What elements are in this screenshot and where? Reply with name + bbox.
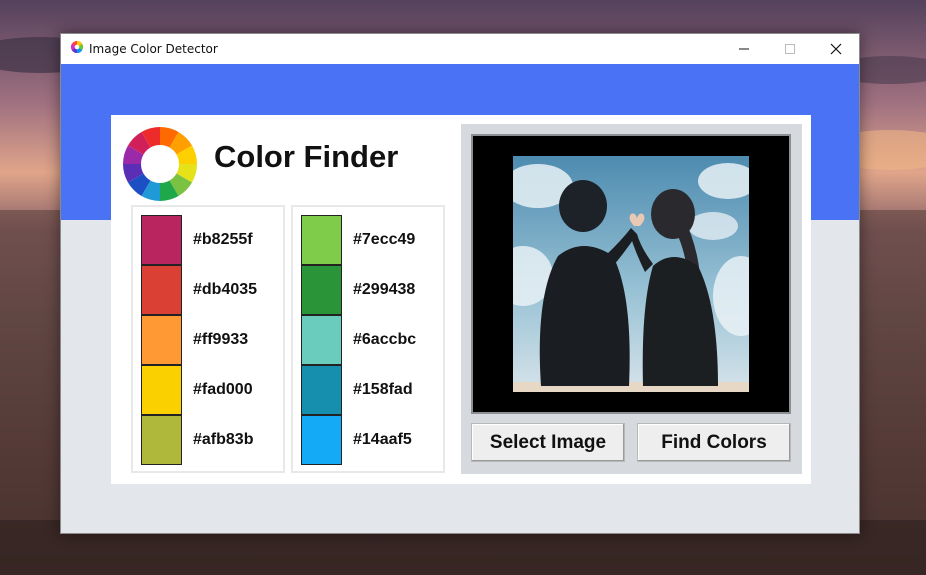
hex-label: #158fad	[353, 381, 413, 398]
color-swatch	[301, 365, 342, 415]
palette-item[interactable]: #6accbc	[301, 315, 441, 365]
palette-item[interactable]: #158fad	[301, 365, 441, 415]
palette-item[interactable]: #ff9933	[141, 315, 281, 365]
hex-label: #ff9933	[193, 331, 249, 348]
color-swatch	[141, 415, 182, 465]
page-title: Color Finder	[214, 139, 399, 174]
hex-label: #6accbc	[353, 331, 417, 348]
minimize-button[interactable]	[721, 34, 767, 64]
hex-label: #afb83b	[193, 431, 254, 448]
close-icon	[830, 43, 842, 55]
image-preview-frame	[471, 134, 791, 414]
palette-item[interactable]: #afb83b	[141, 415, 281, 465]
palette-item[interactable]: #7ecc49	[301, 215, 441, 265]
hex-label: #299438	[353, 281, 416, 298]
palette-item[interactable]: #14aaf5	[301, 415, 441, 465]
palette-item[interactable]: #fad000	[141, 365, 281, 415]
palette-column-left: #b8255f #db4035 #ff9933 #fad000 #afb83b	[131, 205, 285, 473]
palette-item[interactable]: #db4035	[141, 265, 281, 315]
hex-label: #14aaf5	[353, 431, 412, 448]
color-swatch	[141, 365, 182, 415]
color-swatch	[141, 315, 182, 365]
selected-image-preview	[513, 156, 749, 392]
main-panel: Color Finder #b8255f #db4035 #ff9933 #fa…	[111, 115, 811, 484]
app-window: Image Color Detector Color Finder #b8255…	[60, 33, 860, 534]
window-title: Image Color Detector	[89, 42, 218, 56]
maximize-button[interactable]	[767, 34, 813, 64]
hex-label: #7ecc49	[353, 231, 416, 248]
find-colors-button[interactable]: Find Colors	[637, 423, 791, 462]
maximize-icon	[785, 44, 795, 54]
minimize-icon	[739, 48, 749, 50]
select-image-button[interactable]: Select Image	[471, 423, 625, 462]
color-wheel-icon	[70, 41, 84, 53]
title-bar: Image Color Detector	[61, 34, 859, 64]
color-swatch	[301, 215, 342, 265]
color-wheel-logo	[123, 127, 197, 201]
hex-label: #fad000	[193, 381, 253, 398]
palette-column-right: #7ecc49 #299438 #6accbc #158fad #14aaf5	[291, 205, 445, 473]
color-swatch	[141, 265, 182, 315]
color-swatch	[141, 215, 182, 265]
hex-label: #db4035	[193, 281, 258, 298]
color-swatch	[301, 265, 342, 315]
close-button[interactable]	[813, 34, 859, 64]
image-area: Select Image Find Colors	[461, 124, 802, 474]
palette-item[interactable]: #299438	[301, 265, 441, 315]
hex-label: #b8255f	[193, 231, 253, 248]
color-swatch	[301, 415, 342, 465]
palette-item[interactable]: #b8255f	[141, 215, 281, 265]
color-swatch	[301, 315, 342, 365]
